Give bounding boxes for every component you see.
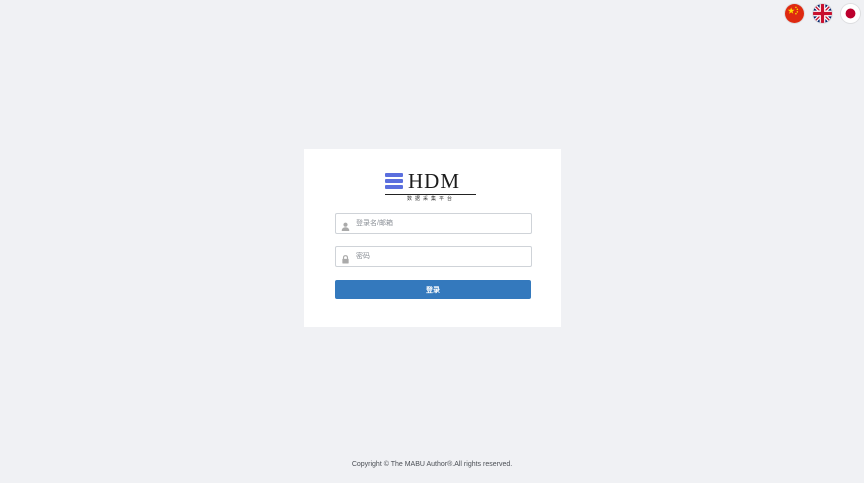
user-icon: [341, 218, 350, 231]
japan-flag-icon[interactable]: [841, 4, 860, 23]
logo-title: HDM: [408, 169, 461, 193]
logo-divider: [385, 194, 476, 195]
username-field: [335, 213, 532, 234]
logo-subtitle: 数据采集平台: [406, 196, 455, 202]
logo: HDM 数据采集平台: [385, 169, 477, 203]
login-card: HDM 数据采集平台 登录: [304, 149, 561, 327]
footer-copyright: Copyright © The MABU Author®.All rights …: [351, 461, 513, 468]
china-flag-icon[interactable]: [785, 4, 804, 23]
database-logo-icon: [385, 173, 403, 190]
password-field: [335, 246, 532, 267]
login-button[interactable]: 登录: [335, 280, 531, 299]
username-input[interactable]: [356, 214, 526, 233]
password-input[interactable]: [356, 247, 526, 266]
lock-icon: [341, 251, 350, 264]
language-switcher: [785, 4, 860, 23]
uk-flag-icon[interactable]: [813, 4, 832, 23]
